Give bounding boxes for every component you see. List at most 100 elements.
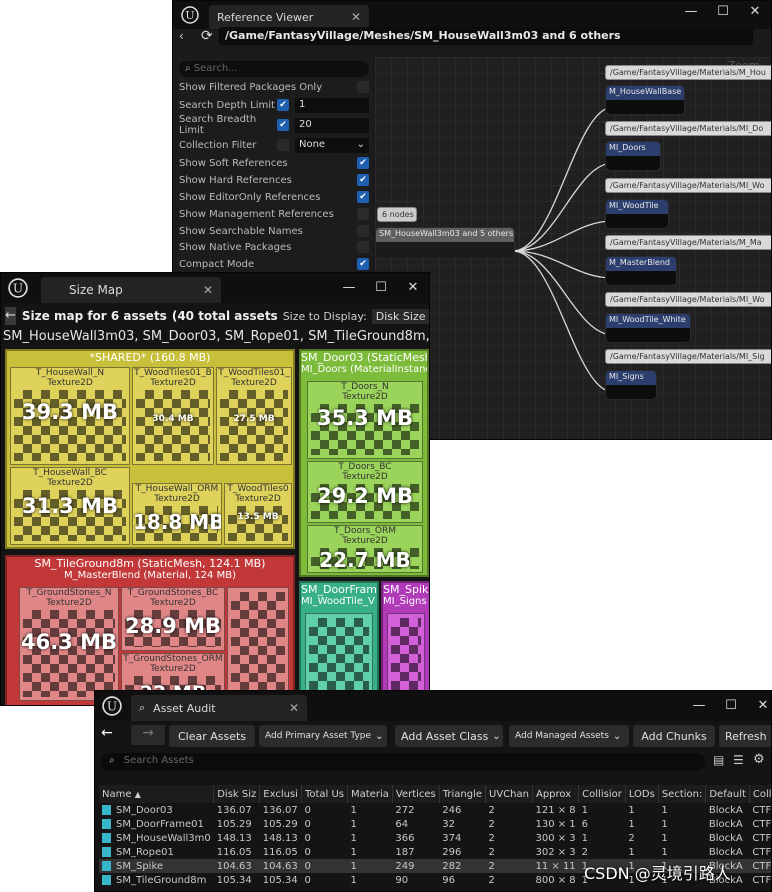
checkbox[interactable]: [357, 157, 369, 169]
settings-gear-icon[interactable]: ⚙: [753, 752, 765, 767]
target-node-5[interactable]: MI_WoodTile_White: [605, 313, 691, 343]
option-editor-only[interactable]: Show EditorOnly References: [179, 189, 369, 205]
texture-tile[interactable]: T_HouseWall_BC Texture2D 31.3 MB: [10, 467, 130, 545]
minimize-icon[interactable]: —: [683, 695, 715, 719]
search-assets-input[interactable]: ⌕ Search Assets: [101, 753, 705, 771]
filter-icon[interactable]: ☰: [733, 753, 744, 767]
table-row[interactable]: SM_Door03 136.07 136.07 0 1 272 246 2 121 × 8 1 1 1…: [99, 803, 771, 817]
tileground-block[interactable]: SM_TileGround8m (StaticMesh, 124.1 MB) M…: [5, 555, 295, 705]
checkbox[interactable]: [357, 225, 369, 237]
texture-tile[interactable]: T_GroundStones_BC Texture2D 28.9 MB: [121, 587, 225, 651]
texture-tile[interactable]: T_Doors_N Texture2D 35.3 MB: [307, 381, 423, 459]
back-arrow-icon[interactable]: ←: [5, 307, 16, 325]
door-block[interactable]: SM_Door03 (StaticMesh, MI_Doors (Materia…: [299, 349, 429, 577]
texture-tile[interactable]: T_WoodTiles01_B Texture2D 30.4 MB: [132, 367, 214, 465]
table-row[interactable]: SM_DoorFrame01 105.29 105.29 0 1 64 32 2 130 × 1…: [99, 817, 771, 831]
option-soft[interactable]: Show Soft References: [179, 155, 369, 171]
table-row[interactable]: SM_HouseWall3m0 148.13 148.13 0 1 366 374 2 300 …: [99, 831, 771, 845]
maximize-icon[interactable]: ☐: [715, 695, 747, 719]
add-managed-assets-button[interactable]: Add Managed Assets ⌄: [509, 725, 629, 747]
option-show-filtered[interactable]: Show Filtered Packages Only: [179, 79, 369, 95]
option-compact[interactable]: Compact Mode: [179, 256, 369, 272]
depth-input[interactable]: 1: [295, 97, 369, 113]
target-node-4[interactable]: M_MasterBlend: [605, 256, 677, 286]
texture-tile[interactable]: T_WoodTiles01_ Texture2D 27.5 MB: [216, 367, 292, 465]
col-header[interactable]: Total Us: [301, 785, 349, 803]
checkbox[interactable]: [357, 191, 369, 203]
folder-icon[interactable]: ▤: [713, 753, 724, 767]
col-header[interactable]: Materia: [347, 785, 393, 803]
clear-assets-button[interactable]: Clear Assets: [169, 725, 255, 747]
collection-select[interactable]: None ⌄: [295, 137, 369, 153]
target-node-3[interactable]: MI_WoodTile: [605, 199, 669, 229]
texture-tile[interactable]: T_Doors_BC Texture2D 29.2 MB: [307, 461, 423, 523]
checkbox[interactable]: [277, 99, 289, 111]
col-header[interactable]: Triangle: [439, 785, 487, 803]
tab-asset-audit[interactable]: ⌕ Asset Audit ✕: [131, 695, 307, 721]
nav-back-icon[interactable]: ‹: [179, 29, 184, 43]
checkbox[interactable]: [357, 174, 369, 186]
cell-text: 187: [395, 846, 415, 858]
col-header[interactable]: LODs: [625, 785, 659, 803]
texture-tile[interactable]: T_GroundStones_N Texture2D 46.3 MB: [19, 587, 119, 701]
checkbox[interactable]: [277, 119, 289, 131]
col-header[interactable]: Section:: [658, 785, 707, 803]
target-node-6[interactable]: MI_Signs: [605, 370, 657, 400]
option-native[interactable]: Show Native Packages: [179, 239, 369, 255]
checkbox[interactable]: [357, 241, 369, 253]
minimize-icon[interactable]: —: [675, 1, 707, 25]
col-header[interactable]: Exclusi: [259, 785, 302, 803]
close-tab-icon[interactable]: ✕: [337, 10, 361, 24]
root-node[interactable]: SM_HouseWall3m03 and 5 others: [375, 227, 515, 259]
checkbox[interactable]: [357, 258, 369, 270]
checkbox[interactable]: [357, 208, 369, 220]
table-row[interactable]: SM_Rope01 116.05 116.05 0 1 187 296 2 302 × 3 2 1 1…: [99, 845, 771, 859]
option-hard[interactable]: Show Hard References: [179, 172, 369, 188]
tab-reference-viewer[interactable]: Reference Viewer ✕: [209, 5, 369, 29]
col-header[interactable]: Disk Siz: [213, 785, 261, 803]
path-field[interactable]: /Game/FantasyVillage/Meshes/SM_HouseWall…: [219, 27, 753, 45]
checkbox[interactable]: [277, 139, 289, 151]
option-searchable[interactable]: Show Searchable Names: [179, 223, 369, 239]
maximize-icon[interactable]: ☐: [707, 1, 739, 25]
tile-name: T_GroundStones_BC: [127, 588, 219, 598]
spike-block[interactable]: SM_Spik MI_Signs: [381, 581, 429, 705]
shared-block[interactable]: *SHARED* (160.8 MB) T_HouseWall_N Texture…: [5, 349, 295, 549]
graph-canvas[interactable]: Zoom - 6 nodes SM_HouseWall3m03 and 5 ot…: [375, 57, 771, 439]
add-asset-class-button[interactable]: Add Asset Class ⌄: [395, 725, 503, 747]
forward-arrow-icon[interactable]: →: [131, 725, 165, 745]
close-window-icon[interactable]: ✕: [397, 277, 429, 301]
size-display-select[interactable]: Disk Size ⌄: [371, 308, 429, 324]
breadth-input[interactable]: 20: [295, 117, 369, 133]
search-input[interactable]: ⌕ Search...: [179, 61, 369, 77]
close-window-icon[interactable]: ✕: [739, 1, 771, 25]
minimize-icon[interactable]: —: [333, 277, 365, 301]
close-tab-icon[interactable]: ✕: [189, 283, 213, 297]
col-header[interactable]: Collisio: [749, 785, 771, 803]
col-header[interactable]: UVChan: [485, 785, 533, 803]
target-node-2[interactable]: MI_Doors: [605, 141, 661, 171]
texture-tile[interactable]: T_HouseWall_N Texture2D 39.3 MB: [10, 367, 130, 465]
col-header[interactable]: Name ▲: [99, 785, 215, 803]
option-management[interactable]: Show Management References: [179, 206, 369, 222]
tab-size-map[interactable]: Size Map ✕: [41, 277, 221, 303]
refresh-button[interactable]: Refresh: [719, 725, 771, 747]
back-arrow-icon[interactable]: ←: [101, 725, 113, 741]
close-tab-icon[interactable]: ✕: [275, 701, 299, 715]
texture-tile[interactable]: T_Doors_ORM Texture2D 22.7 MB: [307, 525, 423, 573]
maximize-icon[interactable]: ☐: [365, 277, 397, 301]
checkbox[interactable]: [357, 81, 369, 93]
doorframe-block[interactable]: SM_DoorFram MI_WoodTile_V: [299, 581, 379, 705]
texture-tile[interactable]: T_HouseWall_ORM Texture2D 18.8 MB: [132, 483, 222, 545]
add-chunks-button[interactable]: Add Chunks: [633, 725, 715, 747]
texture-tile[interactable]: [227, 587, 289, 701]
refresh-icon[interactable]: ⟳: [201, 28, 213, 44]
add-primary-asset-type-button[interactable]: Add Primary Asset Type ⌄: [259, 725, 387, 747]
close-window-icon[interactable]: ✕: [747, 695, 771, 719]
target-node-1[interactable]: M_HouseWallBase: [605, 85, 685, 115]
col-header[interactable]: Collisior: [578, 785, 626, 803]
col-header[interactable]: Vertices: [392, 785, 440, 803]
col-header[interactable]: Approx: [532, 785, 580, 803]
col-header[interactable]: Default: [705, 785, 750, 803]
texture-tile[interactable]: T_WoodTiles0 Texture2D 13.5 MB: [224, 483, 292, 545]
